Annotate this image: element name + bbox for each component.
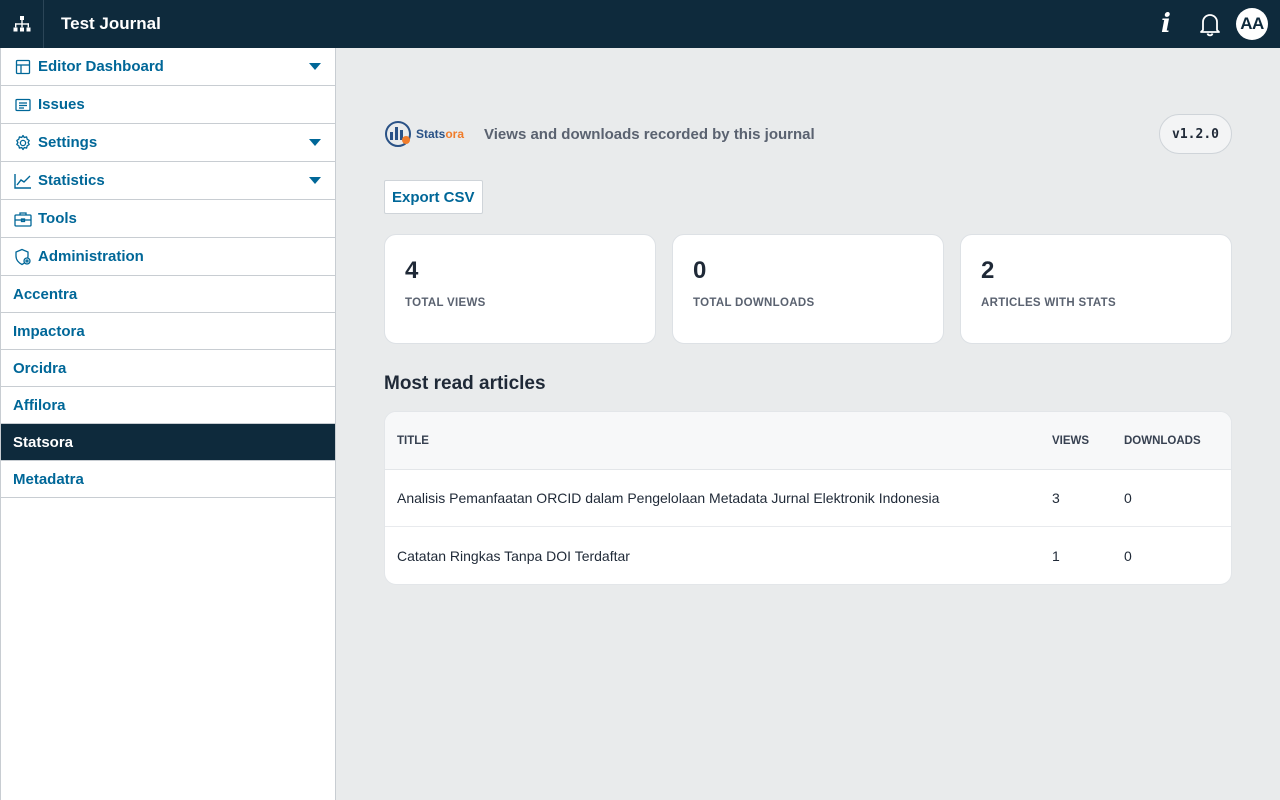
sidebar-item-label: Editor Dashboard — [38, 58, 164, 75]
logo-wordmark: Statsora — [416, 127, 465, 141]
table-row: Catatan Ringkas Tanpa DOI Terdaftar 1 0 — [385, 527, 1231, 584]
article-title: Analisis Pemanfaatan ORCID dalam Pengelo… — [397, 490, 940, 506]
sidebar-item-label: Affilora — [13, 396, 66, 414]
stat-card-total-downloads: 0 TOTAL DOWNLOADS — [672, 234, 944, 344]
stat-card-total-views: 4 TOTAL VIEWS — [384, 234, 656, 344]
toolbox-icon — [13, 209, 33, 229]
chart-line-icon — [13, 171, 33, 191]
stat-card-articles-with-stats: 2 ARTICLES WITH STATS — [960, 234, 1232, 344]
sidebar-item-label: Statsora — [13, 433, 74, 451]
sidebar-item-label: Orcidra — [13, 359, 67, 377]
column-header-views: VIEWS — [1052, 434, 1090, 447]
plugin-header: Statsora Views and downloads recorded by… — [384, 114, 1232, 154]
sidebar-item-label: Impactora — [13, 322, 85, 340]
table-header: TITLE VIEWS DOWNLOADS — [385, 412, 1231, 470]
sidebar-item-tools[interactable]: Tools — [1, 200, 335, 238]
stat-label: ARTICLES WITH STATS — [981, 297, 1116, 309]
chevron-down-icon[interactable] — [309, 63, 321, 70]
admin-shield-icon — [13, 247, 33, 267]
sidebar-item-label: Settings — [38, 134, 98, 151]
sidebar-item-affilora[interactable]: Affilora — [1, 387, 335, 424]
chevron-down-icon[interactable] — [309, 139, 321, 146]
site-title[interactable]: Test Journal — [61, 14, 161, 34]
sidebar-item-label: Statistics — [38, 172, 105, 189]
sitemap-icon[interactable] — [0, 0, 44, 48]
sidebar-item-statsora[interactable]: Statsora — [1, 424, 335, 461]
stat-value: 2 — [981, 257, 995, 284]
sidebar-item-label: Administration — [38, 248, 144, 265]
statsora-logo-icon — [385, 121, 411, 147]
article-title: Catatan Ringkas Tanpa DOI Terdaftar — [397, 547, 630, 564]
dashboard-icon — [13, 57, 33, 77]
page-subtitle: Views and downloads recorded by this jou… — [484, 125, 815, 143]
article-downloads: 0 — [1124, 547, 1132, 564]
stats-cards: 4 TOTAL VIEWS 0 TOTAL DOWNLOADS 2 ARTICL… — [384, 234, 1232, 344]
sidebar-item-accentra[interactable]: Accentra — [1, 276, 335, 313]
article-views: 3 — [1052, 490, 1060, 506]
column-header-downloads: DOWNLOADS — [1124, 434, 1201, 447]
sidebar-item-administration[interactable]: Administration — [1, 238, 335, 276]
version-badge: v1.2.0 — [1159, 114, 1232, 154]
avatar[interactable]: AA — [1236, 8, 1268, 40]
sidebar-item-editor-dashboard[interactable]: Editor Dashboard — [1, 48, 335, 86]
article-views: 1 — [1052, 547, 1060, 564]
info-icon[interactable]: i — [1144, 0, 1188, 48]
articles-table: TITLE VIEWS DOWNLOADS Analisis Pemanfaat… — [384, 411, 1232, 585]
sidebar-item-label: Tools — [38, 210, 77, 227]
sidebar-item-label: Metadatra — [13, 470, 84, 488]
sidebar-item-issues[interactable]: Issues — [1, 86, 335, 124]
sidebar-item-label: Accentra — [13, 285, 78, 303]
top-bar: Test Journal i AA — [0, 0, 1280, 48]
chevron-down-icon[interactable] — [309, 177, 321, 184]
sidebar-item-metadatra[interactable]: Metadatra — [1, 461, 335, 498]
sidebar-item-label: Issues — [38, 96, 85, 113]
issues-icon — [13, 95, 33, 115]
column-header-title: TITLE — [397, 434, 429, 447]
sidebar-item-settings[interactable]: Settings — [1, 124, 335, 162]
sidebar-nav: Editor Dashboard Issues Settings Statist… — [0, 48, 336, 800]
sidebar-item-impactora[interactable]: Impactora — [1, 313, 335, 350]
article-downloads: 0 — [1124, 490, 1132, 506]
stat-label: TOTAL VIEWS — [405, 297, 486, 309]
sidebar-item-orcidra[interactable]: Orcidra — [1, 350, 335, 387]
gear-icon — [13, 133, 33, 153]
export-csv-button[interactable]: Export CSV — [384, 180, 483, 214]
section-title: Most read articles — [384, 373, 546, 394]
sidebar-item-statistics[interactable]: Statistics — [1, 162, 335, 200]
statsora-logo: Statsora — [384, 116, 464, 152]
stat-value: 4 — [405, 257, 419, 284]
main-content: Statsora Views and downloads recorded by… — [336, 48, 1280, 800]
bell-icon[interactable] — [1188, 0, 1232, 48]
table-row: Analisis Pemanfaatan ORCID dalam Pengelo… — [385, 470, 1231, 527]
stat-label: TOTAL DOWNLOADS — [693, 297, 815, 309]
stat-value: 0 — [693, 257, 707, 284]
